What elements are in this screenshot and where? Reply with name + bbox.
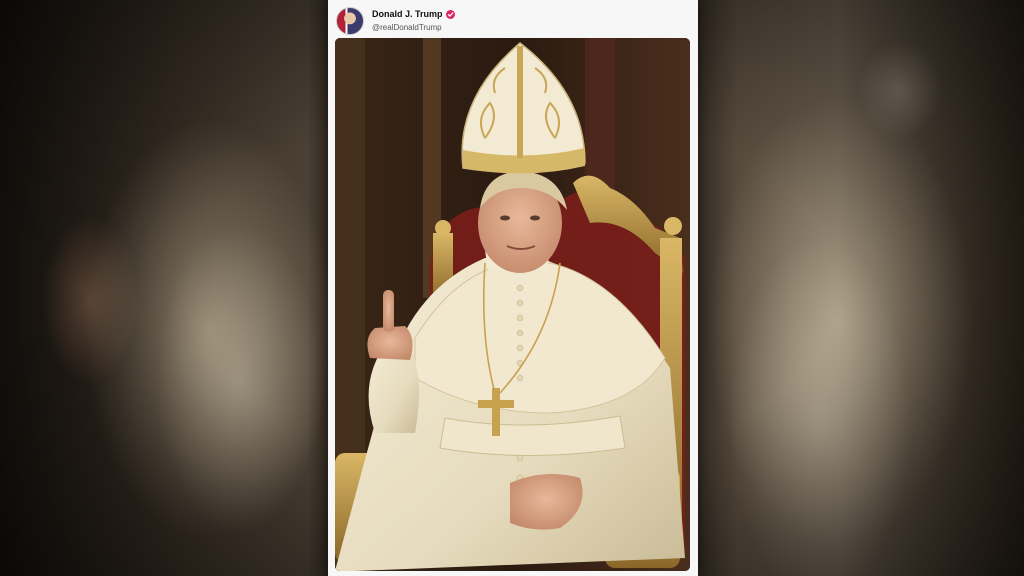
screenshot-stage: Donald J. Trump @realDonaldTrump	[0, 0, 1024, 576]
post-image[interactable]	[335, 38, 690, 571]
raised-index-finger	[383, 290, 394, 332]
throne-finial-left	[435, 220, 451, 236]
checkmark-icon	[447, 12, 453, 17]
avatar[interactable]	[336, 7, 364, 35]
papal-figure-illustration	[335, 38, 690, 571]
author-handle[interactable]: @realDonaldTrump	[372, 21, 455, 34]
display-name-row: Donald J. Trump	[372, 8, 455, 21]
throne-finial-right	[664, 217, 682, 235]
social-post-card: Donald J. Trump @realDonaldTrump	[328, 0, 698, 576]
verified-badge-icon	[445, 10, 455, 19]
post-header: Donald J. Trump @realDonaldTrump	[336, 6, 455, 36]
right-eye	[530, 215, 540, 221]
left-eye	[500, 215, 510, 221]
author-names: Donald J. Trump @realDonaldTrump	[372, 8, 455, 34]
author-display-name[interactable]: Donald J. Trump	[372, 8, 443, 21]
raised-sleeve	[368, 348, 419, 433]
